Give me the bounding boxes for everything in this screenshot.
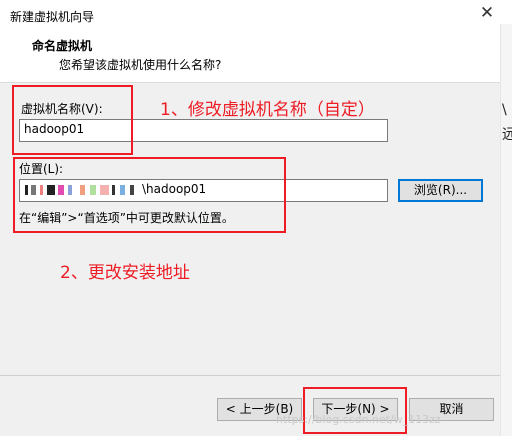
annotation-box-name xyxy=(12,85,133,155)
annotation-text-name: 1、修改虚拟机名称（自定） xyxy=(160,100,375,120)
page-title: 命名虚拟机 xyxy=(32,39,93,53)
annotation-text-location: 2、更改安装地址 xyxy=(60,263,190,283)
watermark: https://blog.csdn.net/w_113zz xyxy=(276,413,441,426)
wizard-header: 命名虚拟机 您希望该虚拟机使用什么名称? xyxy=(0,30,500,83)
annotation-box-location xyxy=(13,157,286,233)
background-window-fragment: \ xyxy=(502,102,507,118)
page-subtitle: 您希望该虚拟机使用什么名称? xyxy=(59,58,222,72)
window-title: 新建虚拟机向导 xyxy=(10,10,95,24)
background-window-edge: \ 远 xyxy=(500,24,512,436)
title-bar: 新建虚拟机向导 ✕ xyxy=(0,0,512,30)
annotation-box-next xyxy=(303,387,407,434)
footer-divider xyxy=(0,375,500,376)
close-icon[interactable]: ✕ xyxy=(476,2,498,24)
background-window-fragment: 远 xyxy=(502,124,512,144)
browse-button[interactable]: 浏览(R)... xyxy=(398,179,483,202)
